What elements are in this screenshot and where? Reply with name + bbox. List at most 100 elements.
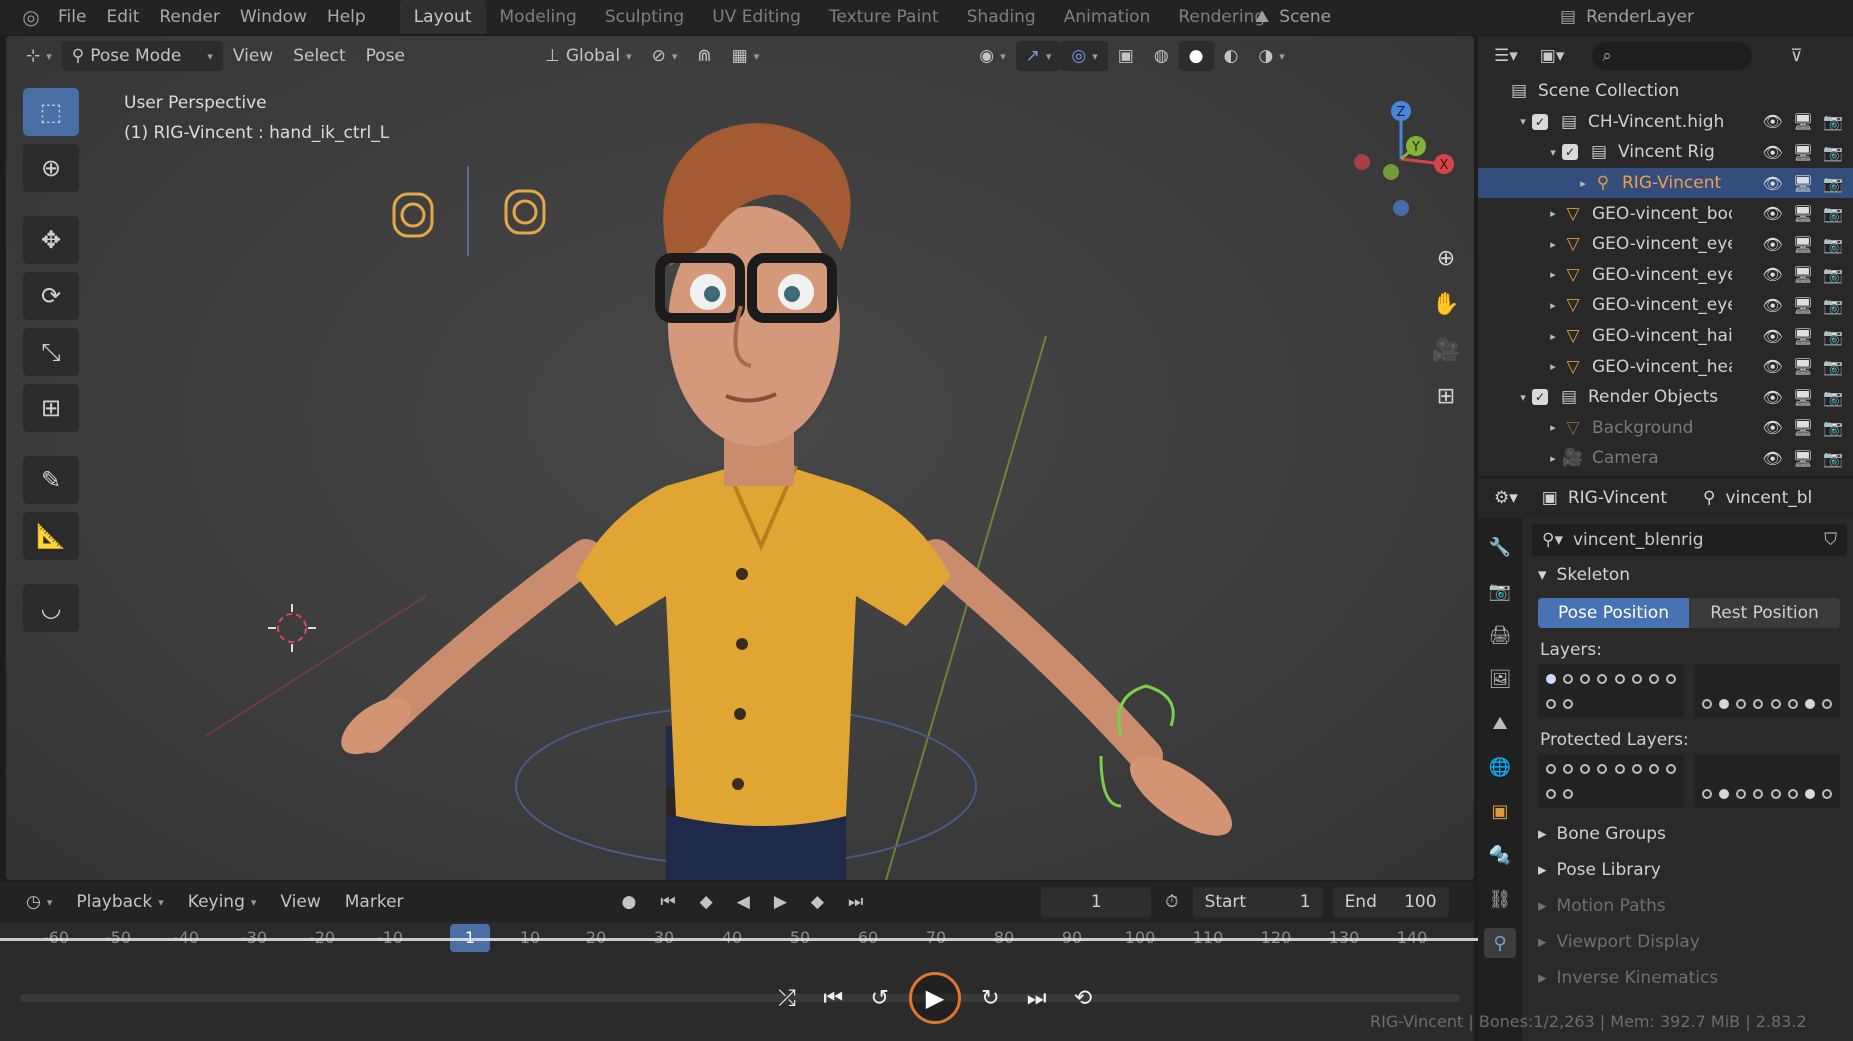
blender-logo-icon[interactable]: ◎ bbox=[14, 0, 48, 34]
workspace-tab-layout[interactable]: Layout bbox=[399, 0, 486, 34]
layer-dot[interactable] bbox=[1632, 789, 1642, 799]
fake-user-shield-icon[interactable]: ⛉ bbox=[1824, 530, 1837, 550]
expand-triangle-icon[interactable]: ▸ bbox=[1544, 330, 1562, 343]
outliner-search-input[interactable]: ⌕ bbox=[1592, 42, 1753, 70]
outliner-row[interactable]: ▸ ▽ GEO-vincent_hea 👁 🖥 📷 bbox=[1478, 351, 1853, 382]
armature-data-tab-icon[interactable]: ⚲ bbox=[1484, 928, 1516, 958]
next-keyframe-button[interactable]: ◆ bbox=[801, 887, 834, 917]
layer-dot[interactable] bbox=[1580, 673, 1591, 684]
camera-icon[interactable]: 📷 bbox=[1823, 265, 1843, 284]
layer-dot[interactable] bbox=[1822, 764, 1832, 774]
pose-menu[interactable]: Pose bbox=[356, 41, 415, 71]
layer-dot[interactable] bbox=[1770, 698, 1781, 709]
outliner-row[interactable]: ▤ Scene Collection bbox=[1478, 76, 1853, 107]
outliner-editor-icon[interactable]: ☰▾ bbox=[1494, 46, 1518, 66]
world-tab-icon[interactable]: 🌐 bbox=[1484, 752, 1516, 782]
snap-toggle[interactable]: ⋒ bbox=[687, 41, 721, 71]
constraints-tab-icon[interactable]: ⛓ bbox=[1484, 884, 1516, 914]
filter-icon[interactable]: ⊽ bbox=[1790, 46, 1802, 66]
layer-dot[interactable] bbox=[1580, 699, 1590, 709]
scene-tab-icon[interactable]: ⛰ bbox=[1484, 708, 1516, 738]
camera-icon[interactable]: 📷 bbox=[1823, 449, 1843, 468]
shuffle-icon[interactable]: ⤮ bbox=[770, 986, 804, 1011]
layer-block-left[interactable] bbox=[1538, 664, 1684, 718]
skeleton-panel-header[interactable]: ▾ Skeleton bbox=[1532, 556, 1847, 594]
select-menu[interactable]: Select bbox=[283, 41, 355, 71]
camera-icon[interactable]: 📷 bbox=[1823, 112, 1843, 131]
layer-dot[interactable] bbox=[1805, 698, 1816, 709]
layer-dot[interactable] bbox=[1562, 698, 1573, 709]
menu-window[interactable]: Window bbox=[230, 0, 317, 34]
layer-dot[interactable] bbox=[1545, 763, 1556, 774]
expand-triangle-icon[interactable]: ▾ bbox=[1544, 146, 1562, 159]
camera-icon[interactable]: 📷 bbox=[1823, 174, 1843, 193]
timeline-scrollbar[interactable] bbox=[20, 994, 1460, 1002]
layer-dot[interactable] bbox=[1562, 673, 1573, 684]
layer-dot[interactable] bbox=[1787, 698, 1798, 709]
camera-icon[interactable]: 📷 bbox=[1823, 204, 1843, 223]
move-tool[interactable]: ✥ bbox=[23, 216, 79, 264]
checkbox-icon[interactable]: ✓ bbox=[1532, 113, 1548, 130]
motion-paths-panel[interactable]: ▸ Motion Paths bbox=[1532, 888, 1847, 924]
layer-dot[interactable] bbox=[1753, 764, 1763, 774]
expand-triangle-icon[interactable]: ▸ bbox=[1544, 452, 1562, 465]
layer-dot[interactable] bbox=[1562, 788, 1573, 799]
layer-dot[interactable] bbox=[1615, 699, 1625, 709]
modifiers-tab-icon[interactable]: 🔩 bbox=[1484, 840, 1516, 870]
transform-orientation-selector[interactable]: ⊥ Global ▾ bbox=[535, 41, 642, 71]
camera-icon[interactable]: 📷 bbox=[1823, 327, 1843, 346]
eye-icon[interactable]: 👁 bbox=[1762, 296, 1782, 315]
menu-file[interactable]: File bbox=[48, 0, 96, 34]
eye-icon[interactable]: 👁 bbox=[1762, 143, 1782, 162]
layer-dot[interactable] bbox=[1822, 788, 1833, 799]
layer-dot[interactable] bbox=[1666, 763, 1677, 774]
outliner-row[interactable]: ▸ ▽ GEO-vincent_eyel 👁 🖥 📷 bbox=[1478, 229, 1853, 260]
pose-library-panel[interactable]: ▸ Pose Library bbox=[1532, 852, 1847, 888]
previous-icon[interactable]: ⏮ bbox=[816, 986, 850, 1011]
marker-menu[interactable]: Marker bbox=[335, 887, 414, 917]
view-layer-tab-icon[interactable]: 🖼 bbox=[1484, 664, 1516, 694]
tool-tab-icon[interactable]: 🔧 bbox=[1484, 532, 1516, 562]
scale-tool[interactable]: ⤡ bbox=[23, 328, 79, 376]
layer-dot[interactable] bbox=[1614, 673, 1625, 684]
outliner-row[interactable]: ▸ ▽ Background 👁 🖥 📷 bbox=[1478, 413, 1853, 444]
layer-dot[interactable] bbox=[1788, 674, 1798, 684]
layer-dot[interactable] bbox=[1666, 673, 1677, 684]
viewport-icon[interactable]: 🖥 bbox=[1793, 388, 1813, 407]
layer-dot[interactable] bbox=[1562, 763, 1573, 774]
viewport-icon[interactable]: 🖥 bbox=[1793, 418, 1813, 437]
start-frame-field[interactable]: Start 1 bbox=[1192, 887, 1323, 917]
outliner-row[interactable]: ▾ ✓ ▤ Render Objects 👁 🖥 📷 bbox=[1478, 382, 1853, 413]
viewport-icon[interactable]: 🖥 bbox=[1793, 143, 1813, 162]
timeline-editor-type[interactable]: ◷ ▾ bbox=[16, 887, 62, 917]
layer-dot[interactable] bbox=[1718, 698, 1729, 709]
eye-icon[interactable]: 👁 bbox=[1762, 204, 1782, 223]
layer-dot[interactable] bbox=[1597, 789, 1607, 799]
properties-editor-icon[interactable]: ⚙▾ bbox=[1494, 488, 1518, 508]
layer-dot[interactable] bbox=[1753, 674, 1763, 684]
layer-dot[interactable] bbox=[1771, 674, 1781, 684]
material-shading-button[interactable]: ◐ bbox=[1214, 41, 1249, 71]
video-play-button[interactable]: ▶ bbox=[908, 972, 961, 1024]
layer-dot[interactable] bbox=[1736, 674, 1746, 684]
3d-viewport[interactable]: ⊹ ▾ ⚲ Pose Mode ▾ View Select Pose ⊥ Glob… bbox=[6, 36, 1474, 880]
end-frame-field[interactable]: End 100 bbox=[1332, 887, 1449, 917]
bone-groups-panel[interactable]: ▸ Bone Groups bbox=[1532, 816, 1847, 852]
layer-dot[interactable] bbox=[1631, 763, 1642, 774]
layer-block-right[interactable] bbox=[1694, 664, 1840, 718]
select-box-tool[interactable]: ⬚ bbox=[23, 88, 79, 136]
expand-triangle-icon[interactable]: ▸ bbox=[1574, 177, 1592, 190]
viewport-icon[interactable]: 🖥 bbox=[1793, 327, 1813, 346]
current-frame-field[interactable]: 1 bbox=[1041, 887, 1152, 917]
layer-dot[interactable] bbox=[1649, 673, 1660, 684]
jump-start-button[interactable]: ⏮ bbox=[650, 887, 685, 917]
layer-dot[interactable] bbox=[1701, 698, 1712, 709]
timeline-body[interactable] bbox=[0, 954, 1474, 1041]
eye-icon[interactable]: 👁 bbox=[1762, 357, 1782, 376]
layer-dot[interactable] bbox=[1787, 788, 1798, 799]
visibility-button[interactable]: ◉ ▾ bbox=[969, 41, 1015, 71]
layer-dot[interactable] bbox=[1718, 788, 1729, 799]
layer-dot[interactable] bbox=[1702, 674, 1712, 684]
outliner-row[interactable]: ▸ ▽ GEO-vincent_eye 👁 🖥 📷 bbox=[1478, 290, 1853, 321]
outliner-row[interactable]: ▾ ✓ ▤ CH-Vincent.high 👁 🖥 📷 bbox=[1478, 107, 1853, 138]
